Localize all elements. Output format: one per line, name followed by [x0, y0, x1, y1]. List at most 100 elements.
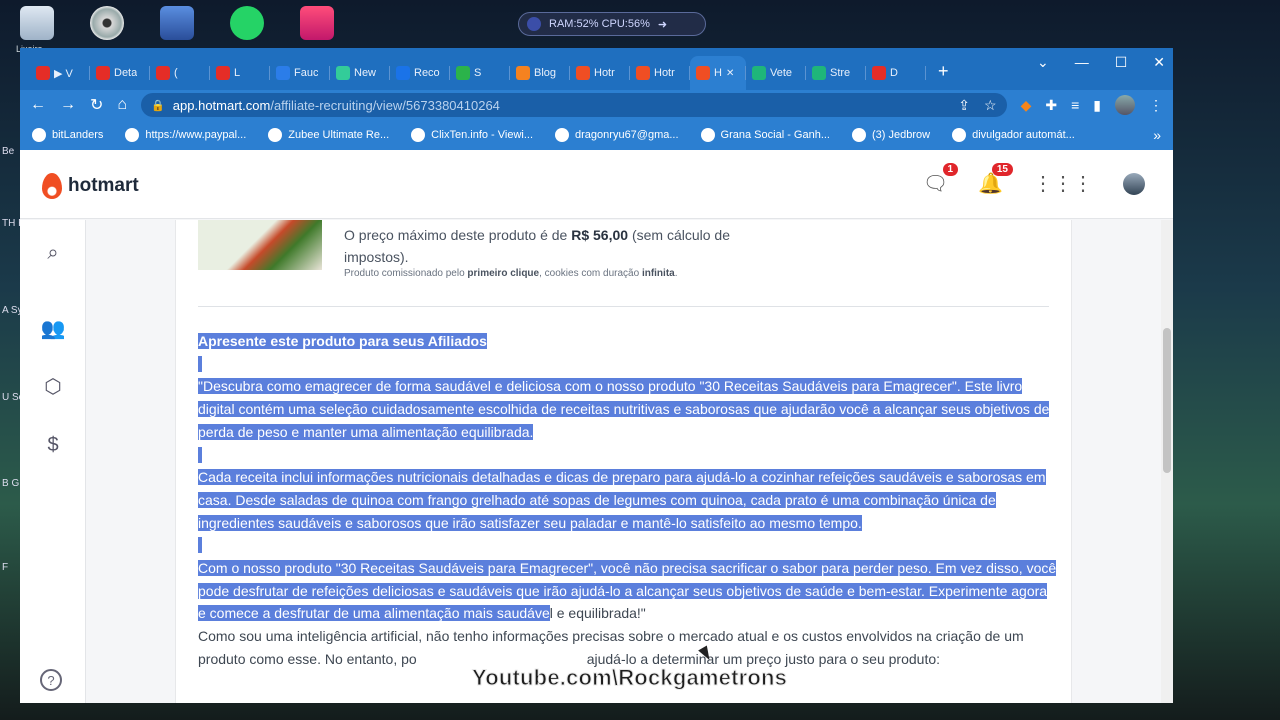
bookmark-favicon-icon — [852, 128, 866, 142]
affiliates-people-icon[interactable]: 👥 — [40, 315, 66, 341]
divider — [198, 306, 1049, 307]
menu-kebab-icon[interactable]: ⋮ — [1149, 97, 1163, 114]
bookmark-favicon-icon — [125, 128, 140, 142]
music-app-icon[interactable] — [300, 6, 334, 40]
minimize-icon[interactable]: — — [1075, 54, 1089, 71]
bookmark-favicon-icon — [700, 128, 715, 142]
bookmark-item[interactable]: Zubee Ultimate Re... — [268, 128, 389, 142]
browser-tab[interactable]: Fauc — [270, 56, 330, 90]
reading-list-icon[interactable]: ≡ — [1071, 97, 1079, 113]
home-icon[interactable]: ⌂ — [117, 96, 127, 114]
bookmark-favicon-icon — [32, 128, 46, 142]
commission-note: Produto comissionado pelo primeiro cliqu… — [344, 268, 678, 279]
tab-label: Vete — [770, 67, 793, 79]
tab-favicon-icon — [872, 66, 886, 80]
browser-tab[interactable]: L — [210, 56, 270, 90]
help-icon[interactable]: ? — [40, 669, 62, 691]
chat-badge: 1 — [942, 163, 959, 176]
browser-tab[interactable]: Vete — [746, 56, 806, 90]
price-value: R$ 56,00 — [571, 227, 629, 243]
forward-icon[interactable]: → — [60, 96, 76, 114]
dvd-drive-icon[interactable] — [90, 6, 124, 40]
bookmark-favicon-icon — [411, 128, 426, 142]
tab-favicon-icon — [456, 66, 470, 80]
section-heading: Apresente este produto para seus Afiliad… — [198, 333, 487, 349]
apps-grid-icon[interactable]: ⋮⋮⋮ — [1033, 171, 1093, 196]
tab-favicon-icon — [576, 66, 590, 80]
bookmark-item[interactable]: (3) Jedbrow — [852, 128, 930, 142]
tab-strip: ▶ V Deta(L Fauc New Reco S Blog Hotr Hotr H ✕ Vete S… — [20, 48, 1173, 90]
products-box-icon[interactable]: ⬡ — [40, 373, 66, 399]
browser-tab[interactable]: S — [450, 56, 510, 90]
search-icon[interactable]: ⌕ — [40, 240, 66, 266]
bookmarks-overflow-icon[interactable]: » — [1153, 127, 1161, 143]
desktop-side-label: F — [2, 562, 9, 573]
bookmarks-bar: bitLanders https://www.paypal... Zubee Ult… — [20, 120, 1173, 150]
tab-search-icon[interactable]: ⌄ — [1037, 54, 1049, 71]
bookmark-label: divulgador automát... — [972, 129, 1075, 141]
browser-tab[interactable]: ▶ V — [30, 56, 90, 90]
network-shortcut-icon[interactable] — [160, 6, 194, 40]
arrow-right-icon[interactable]: ➜ — [658, 18, 667, 31]
affiliate-description[interactable]: Apresente este produto para seus Afiliad… — [198, 330, 1058, 671]
tab-label: Hotr — [654, 67, 675, 79]
page-scrollbar[interactable] — [1161, 220, 1173, 703]
bookmark-item[interactable]: divulgador automát... — [952, 128, 1075, 142]
browser-tab[interactable]: Reco — [390, 56, 450, 90]
user-avatar[interactable] — [1123, 172, 1145, 195]
description-paragraph-2: Cada receita inclui informações nutricio… — [198, 469, 1046, 531]
bookmark-star-icon[interactable]: ☆ — [984, 97, 997, 114]
bookmark-item[interactable]: bitLanders — [32, 128, 103, 142]
whatsapp-icon[interactable] — [230, 6, 264, 40]
back-icon[interactable]: ← — [30, 96, 46, 114]
browser-tab[interactable]: New — [330, 56, 390, 90]
bookmark-item[interactable]: ClixTen.info - Viewi... — [411, 128, 533, 142]
share-icon[interactable]: ⇪ — [958, 97, 970, 114]
hotmart-page: hotmart 🗨 1 🔔 15 ⋮⋮⋮ ⌕ 👥 ⬡ $ ? O preço máx… — [20, 153, 1173, 703]
metamask-extension-icon[interactable]: ◆ — [1021, 97, 1032, 114]
chat-icon[interactable]: 🗨 1 — [923, 163, 959, 196]
bookmark-item[interactable]: Grana Social - Ganh... — [700, 128, 830, 142]
new-tab-button[interactable]: + — [938, 61, 949, 90]
browser-tab[interactable]: Blog — [510, 56, 570, 90]
profile-avatar[interactable] — [1115, 95, 1135, 115]
note-end: . — [674, 268, 678, 279]
recycle-bin-icon[interactable] — [20, 6, 54, 40]
reload-icon[interactable]: ↻ — [90, 95, 103, 115]
bookmark-item[interactable]: dragonryu67@gma... — [555, 128, 679, 142]
finance-dollar-icon[interactable]: $ — [40, 432, 66, 458]
side-panel-icon[interactable]: ▮ — [1093, 97, 1101, 114]
tab-favicon-icon — [752, 66, 766, 80]
hotmart-sidebar: ⌕ 👥 ⬡ $ ? — [20, 220, 86, 703]
rocket-icon — [527, 17, 541, 31]
price-prefix: O preço máximo deste produto é de — [344, 227, 572, 243]
maximize-icon[interactable]: ☐ — [1115, 54, 1128, 71]
browser-tab[interactable]: Hotr — [570, 56, 630, 90]
browser-tab[interactable]: Hotr — [630, 56, 690, 90]
tab-label: Hotr — [594, 67, 615, 79]
address-bar[interactable]: 🔒 app.hotmart.com/affiliate-recruiting/v… — [141, 93, 1007, 117]
performance-widget[interactable]: RAM:52% CPU:56% ➜ — [518, 12, 706, 36]
browser-tab[interactable]: D — [866, 56, 926, 90]
bookmark-label: ClixTen.info - Viewi... — [431, 129, 534, 141]
hotmart-logo[interactable]: hotmart — [42, 172, 139, 199]
browser-tab[interactable]: ( — [150, 56, 210, 90]
tab-favicon-icon — [156, 66, 170, 80]
tab-favicon-icon — [216, 66, 230, 80]
browser-tab[interactable]: H ✕ — [690, 56, 746, 90]
bookmark-item[interactable]: https://www.paypal... — [125, 128, 246, 142]
tab-label: New — [354, 67, 377, 79]
logo-text: hotmart — [68, 174, 139, 196]
notifications-bell-icon[interactable]: 🔔 15 — [978, 163, 1013, 196]
close-icon[interactable]: ✕ — [1153, 54, 1165, 71]
desktop-side-label: B G — [2, 478, 20, 489]
tab-close-icon[interactable]: ✕ — [726, 68, 734, 79]
scrollbar-thumb[interactable] — [1163, 328, 1171, 473]
lock-icon[interactable]: 🔒 — [151, 99, 165, 112]
tab-label: Fauc — [294, 67, 319, 79]
browser-tab[interactable]: Deta — [90, 56, 150, 90]
browser-tab[interactable]: Stre — [806, 56, 866, 90]
product-content: O preço máximo deste produto é de R$ 56,… — [175, 220, 1072, 703]
bookmark-label: Grana Social - Ganh... — [720, 129, 830, 141]
extensions-icon[interactable]: ✚ — [1045, 97, 1057, 114]
